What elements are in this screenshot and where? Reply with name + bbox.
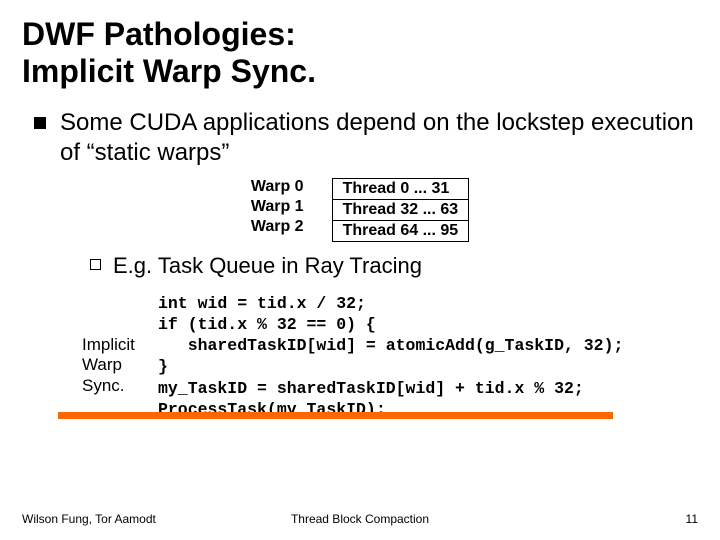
warp-labels: Warp 0 Warp 1 Warp 2 [251, 178, 304, 242]
thread-ranges: Thread 0 ... 31 Thread 32 ... 63 Thread … [332, 178, 470, 242]
code-label-l3: Sync. [82, 376, 125, 395]
highlight-bar [58, 412, 613, 419]
bullet-level1: Some CUDA applications depend on the loc… [22, 108, 698, 168]
title-line1: DWF Pathologies: [22, 16, 296, 52]
title-line2: Implicit Warp Sync. [22, 53, 316, 89]
code-area: Implicit Warp Sync. int wid = tid.x / 32… [22, 293, 698, 420]
code-line: int wid = tid.x / 32; [158, 294, 366, 313]
warp-label: Warp 0 [251, 178, 304, 196]
footer-title: Thread Block Compaction [22, 512, 698, 526]
code-line: my_TaskID = sharedTaskID[wid] + tid.x % … [158, 379, 584, 398]
slide-title: DWF Pathologies: Implicit Warp Sync. [22, 16, 698, 90]
warp-thread-table: Warp 0 Warp 1 Warp 2 Thread 0 ... 31 Thr… [22, 178, 698, 242]
thread-row: Thread 64 ... 95 [333, 221, 469, 241]
code-line: if (tid.x % 32 == 0) { [158, 315, 376, 334]
code-side-label: Implicit Warp Sync. [82, 293, 144, 420]
bullet-level2: E.g. Task Queue in Ray Tracing [22, 252, 698, 280]
slide: DWF Pathologies: Implicit Warp Sync. Som… [0, 0, 720, 540]
thread-row: Thread 0 ... 31 [333, 179, 469, 200]
code-line: } [158, 357, 168, 376]
code-line: sharedTaskID[wid] = atomicAdd(g_TaskID, … [158, 336, 623, 355]
hollow-square-bullet-icon [90, 259, 101, 270]
thread-row: Thread 32 ... 63 [333, 200, 469, 221]
warp-label: Warp 1 [251, 198, 304, 216]
code-label-l2: Warp [82, 355, 122, 374]
bullet1-text: Some CUDA applications depend on the loc… [60, 108, 698, 168]
bullet2-text: E.g. Task Queue in Ray Tracing [113, 252, 422, 280]
square-bullet-icon [34, 117, 46, 129]
warp-label: Warp 2 [251, 218, 304, 236]
code-block: int wid = tid.x / 32; if (tid.x % 32 == … [158, 293, 623, 420]
code-label-l1: Implicit [82, 335, 135, 354]
slide-footer: Wilson Fung, Tor Aamodt Thread Block Com… [22, 512, 698, 526]
